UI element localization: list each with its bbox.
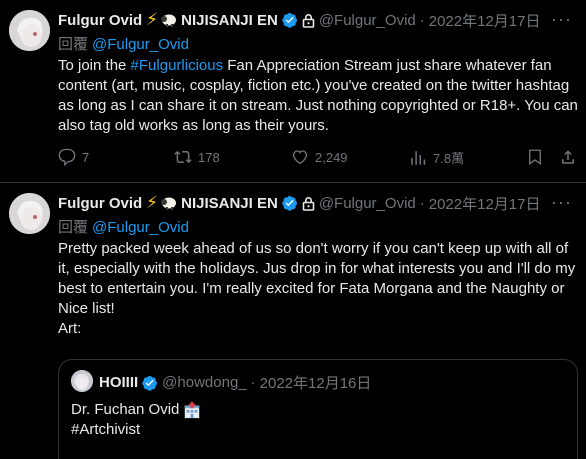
avatar-image — [9, 193, 50, 234]
quote-text: Dr. Fuchan Ovid #Artchivist — [71, 400, 201, 440]
lock-icon — [302, 196, 315, 211]
quote-timestamp[interactable]: 2022年12月16日 — [260, 372, 372, 393]
mention-link[interactable]: @Fulgur_Ovid — [92, 219, 189, 236]
retweet-button[interactable]: 178 — [174, 148, 220, 166]
retweet-count: 178 — [198, 149, 220, 165]
quote-avatar[interactable] — [71, 370, 93, 392]
timestamp[interactable]: 2022年12月17日 — [429, 10, 541, 31]
display-name[interactable]: Fulgur Ovid — [58, 195, 142, 212]
quoted-tweet[interactable]: HOIIII @howdong_ · 2022年12月16日 Dr. Fucha… — [58, 359, 578, 459]
views-button[interactable]: 7.8萬 — [409, 148, 464, 167]
reply-label: 回覆 — [58, 36, 89, 53]
reply-icon — [58, 148, 76, 166]
quote-header: HOIIII @howdong_ · 2022年12月16日 — [99, 372, 371, 393]
mention-link[interactable]: @Fulgur_Ovid — [92, 36, 189, 53]
share-icon — [562, 150, 574, 164]
lock-icon — [302, 13, 315, 28]
bookmark-button[interactable] — [526, 148, 544, 166]
like-count: 2,249 — [315, 149, 348, 165]
tweet-text-main: Pretty packed week ahead of us so don't … — [58, 240, 576, 317]
quote-hashtag[interactable]: #Artchivist — [71, 420, 201, 440]
more-options-icon[interactable]: ··· — [551, 192, 572, 213]
view-count: 7.8萬 — [433, 151, 465, 166]
org-name: NIJISANJI EN — [181, 11, 278, 29]
timestamp[interactable]: 2022年12月17日 — [429, 193, 541, 214]
verified-badge-icon[interactable] — [282, 12, 298, 28]
tweet[interactable]: Fulgur Ovid ⚡ NIJISANJI EN @Fulgur_Ovid … — [0, 0, 586, 183]
share-button[interactable] — [559, 148, 577, 166]
hashtag-link[interactable]: #Fulgurlicious — [131, 57, 224, 74]
org-name: NIJISANJI EN — [181, 194, 278, 212]
action-bar: 7 178 2,249 7.8萬 — [58, 148, 578, 170]
tweet-text-art: Art: — [58, 320, 82, 337]
tweet-header: Fulgur Ovid ⚡ NIJISANJI EN @Fulgur_Ovid … — [58, 193, 541, 213]
tweet-header: Fulgur Ovid ⚡ NIJISANJI EN @Fulgur_Ovid … — [58, 10, 541, 30]
verified-badge-icon[interactable] — [282, 195, 298, 211]
tweet[interactable]: Fulgur Ovid ⚡ NIJISANJI EN @Fulgur_Ovid … — [0, 183, 586, 459]
separator: · — [250, 374, 256, 391]
quote-handle[interactable]: @howdong_ — [162, 374, 246, 391]
avatar-image — [9, 10, 50, 51]
like-button[interactable]: 2,249 — [291, 148, 348, 166]
avatar[interactable] — [9, 10, 50, 51]
quote-display-name[interactable]: HOIIII — [99, 374, 138, 391]
tweet-text: Pretty packed week ahead of us so don't … — [58, 239, 578, 339]
sheep-icon — [160, 196, 177, 210]
reply-button[interactable]: 7 — [58, 148, 89, 166]
more-options-icon[interactable]: ··· — [551, 9, 572, 30]
replying-to: 回覆 @Fulgur_Ovid — [58, 33, 189, 54]
separator: · — [419, 194, 425, 212]
text-before-tag: To join the — [58, 57, 131, 74]
tweet-text: To join the #Fulgurlicious Fan Appreciat… — [58, 56, 578, 136]
replying-to: 回覆 @Fulgur_Ovid — [58, 216, 189, 237]
hospital-icon — [185, 401, 200, 419]
display-name[interactable]: Fulgur Ovid — [58, 12, 142, 29]
retweet-icon — [174, 150, 192, 164]
verified-badge-icon[interactable] — [142, 375, 158, 391]
quote-line-1: Dr. Fuchan Ovid — [71, 401, 180, 418]
heart-icon — [292, 150, 308, 165]
sheep-icon — [160, 13, 177, 27]
handle[interactable]: @Fulgur_Ovid — [319, 12, 416, 29]
reply-label: 回覆 — [58, 219, 89, 236]
handle[interactable]: @Fulgur_Ovid — [319, 195, 416, 212]
analytics-icon — [411, 150, 426, 165]
bookmark-icon — [529, 149, 541, 166]
reply-count: 7 — [82, 149, 90, 165]
avatar[interactable] — [9, 193, 50, 234]
lightning-icon: ⚡ — [146, 10, 159, 29]
lightning-icon: ⚡ — [146, 193, 159, 212]
quote-avatar-image — [71, 370, 93, 392]
separator: · — [419, 11, 425, 29]
